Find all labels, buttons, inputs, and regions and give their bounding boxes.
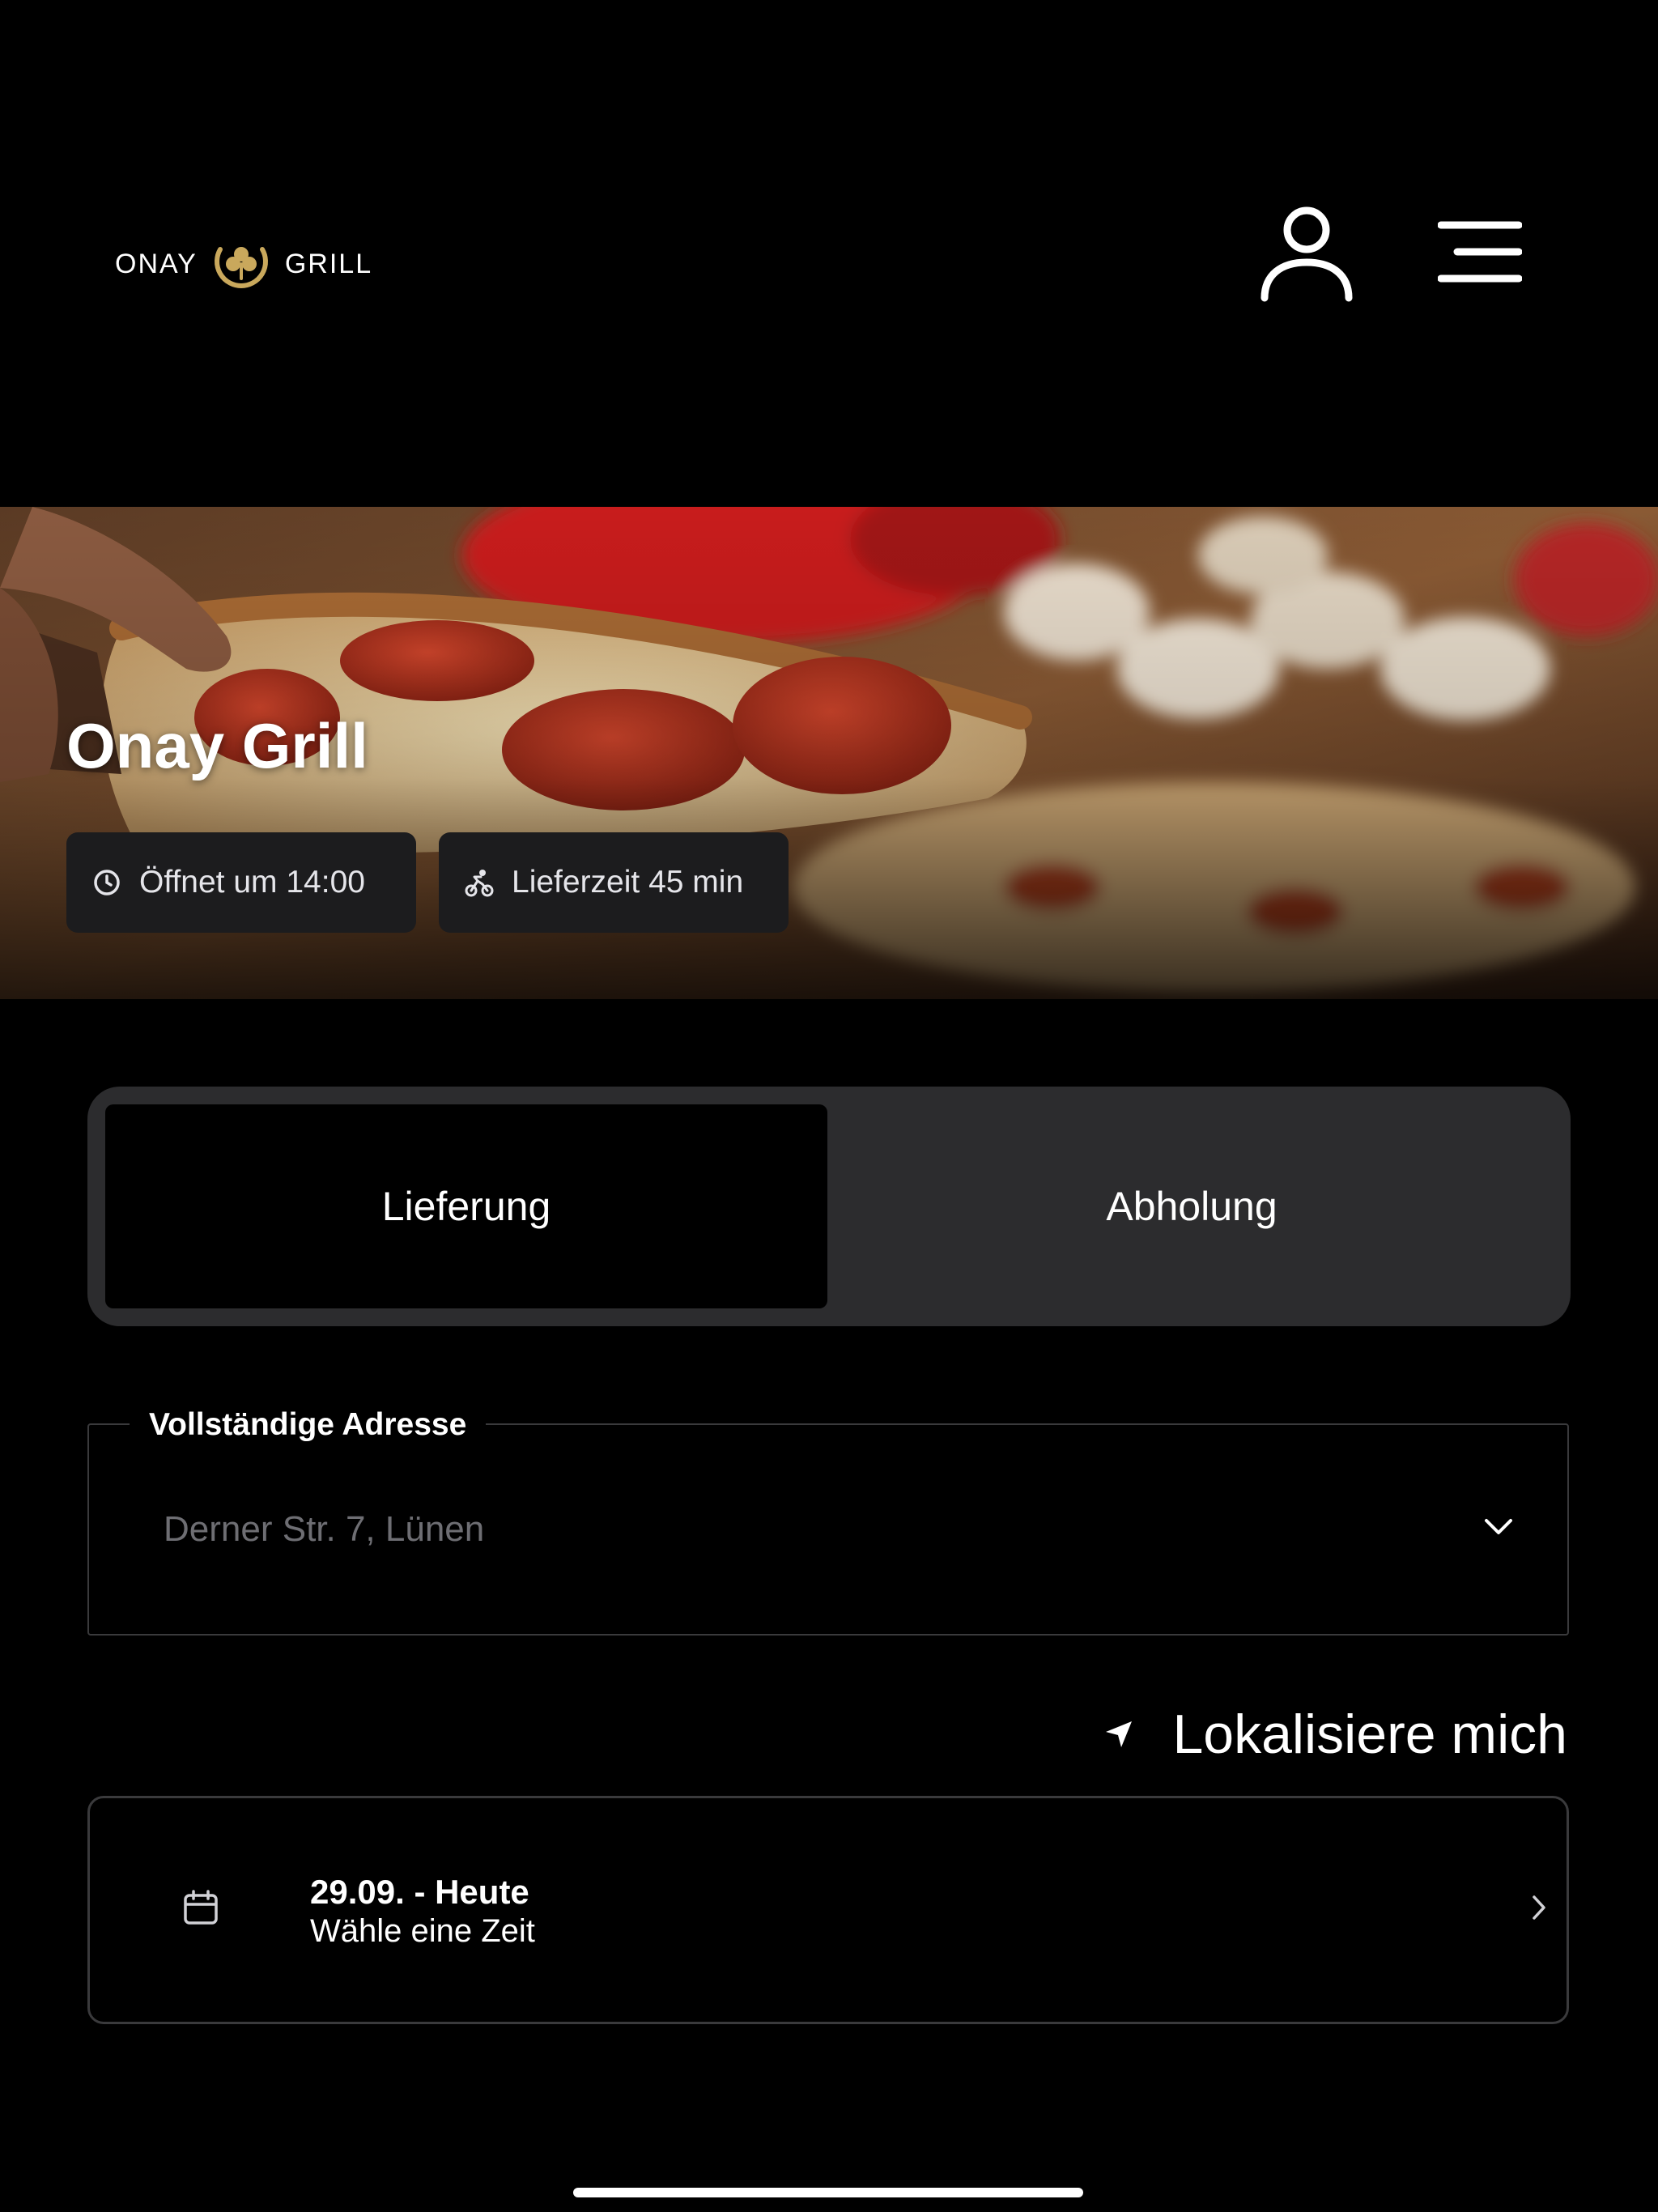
order-mode-segmented-control: Lieferung Abholung (87, 1087, 1571, 1326)
selected-date: 29.09. - Heute (310, 1873, 529, 1911)
chevron-right-icon[interactable] (1518, 1887, 1558, 1928)
locate-me-button[interactable]: Lokalisiere mich (1104, 1700, 1567, 1768)
hamburger-menu-icon[interactable] (1438, 219, 1522, 285)
logo-text-left: ONAY (115, 248, 198, 279)
logo-text-right: GRILL (284, 248, 373, 279)
delivery-time-label: Lieferzeit 45 min (512, 865, 744, 900)
home-indicator[interactable] (573, 2188, 1083, 2197)
locate-me-label: Lokalisiere mich (1172, 1704, 1567, 1765)
delivery-time-chip: Lieferzeit 45 min (439, 832, 789, 933)
brand-logo[interactable]: ONAY GRILL (115, 232, 372, 296)
shamrock-emblem-icon (214, 247, 268, 288)
calendar-icon (184, 1890, 218, 1925)
choose-time-hint: Wähle eine Zeit (310, 1913, 535, 1949)
tab-delivery[interactable]: Lieferung (105, 1104, 827, 1308)
opening-hours-label: Öffnet um 14:00 (139, 865, 365, 900)
user-icon[interactable] (1260, 206, 1354, 303)
tab-pickup[interactable]: Abholung (831, 1104, 1553, 1308)
restaurant-name: Onay Grill (66, 710, 368, 781)
chevron-down-icon[interactable] (1478, 1506, 1519, 1546)
address-placeholder[interactable]: Derner Str. 7, Lünen (164, 1509, 484, 1550)
address-select[interactable]: Vollständige Adresse Derner Str. 7, Lüne… (87, 1407, 1569, 1636)
cyclist-icon (465, 870, 494, 897)
hero-banner: Onay Grill Öffnet um 14:00 Lieferzeit 45… (0, 507, 1658, 999)
opening-hours-chip: Öffnet um 14:00 (66, 832, 416, 933)
clock-icon (94, 870, 120, 895)
delivery-time-selector[interactable]: 29.09. - Heute Wähle eine Zeit (87, 1796, 1569, 2024)
address-label: Vollständige Adresse (130, 1407, 487, 1443)
app-header: ONAY GRILL (0, 0, 1658, 507)
location-arrow-icon (1106, 1721, 1133, 1747)
